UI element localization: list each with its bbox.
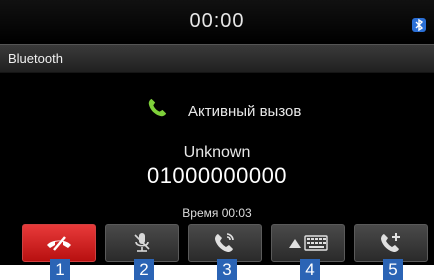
end-call-icon: [47, 236, 71, 251]
mute-button[interactable]: [105, 224, 179, 262]
callout-badge-4: 4: [300, 259, 320, 280]
call-status: Активный вызов: [188, 103, 302, 120]
clock: 00:00: [189, 10, 245, 32]
callout-badge-1: 1: [50, 259, 70, 280]
callout-badge-5: 5: [383, 259, 403, 280]
add-call-icon: [381, 233, 400, 252]
end-call-button[interactable]: [22, 224, 96, 262]
title-bar: Bluetooth: [0, 44, 434, 73]
handset-transfer-button[interactable]: [188, 224, 262, 262]
callout-badge-3: 3: [217, 259, 237, 280]
call-duration: Время 00:03: [182, 206, 252, 220]
handset-transfer-icon: [215, 233, 234, 252]
mute-mic-icon: [134, 233, 150, 252]
caller-name: Unknown: [183, 144, 251, 161]
caller-number: 01000000000: [146, 163, 288, 188]
phone-icon: [148, 98, 167, 117]
keypad-button[interactable]: [271, 224, 345, 262]
callout-badge-2: 2: [134, 259, 154, 280]
keypad-icon: [289, 235, 328, 251]
add-call-button[interactable]: [354, 224, 428, 262]
bluetooth-icon: [412, 18, 426, 32]
page-title: Bluetooth: [8, 51, 63, 66]
status-bar: 00:00: [0, 0, 434, 43]
call-screen: 00:00 Bluetooth Активный вызов Unknown 0…: [0, 0, 434, 265]
